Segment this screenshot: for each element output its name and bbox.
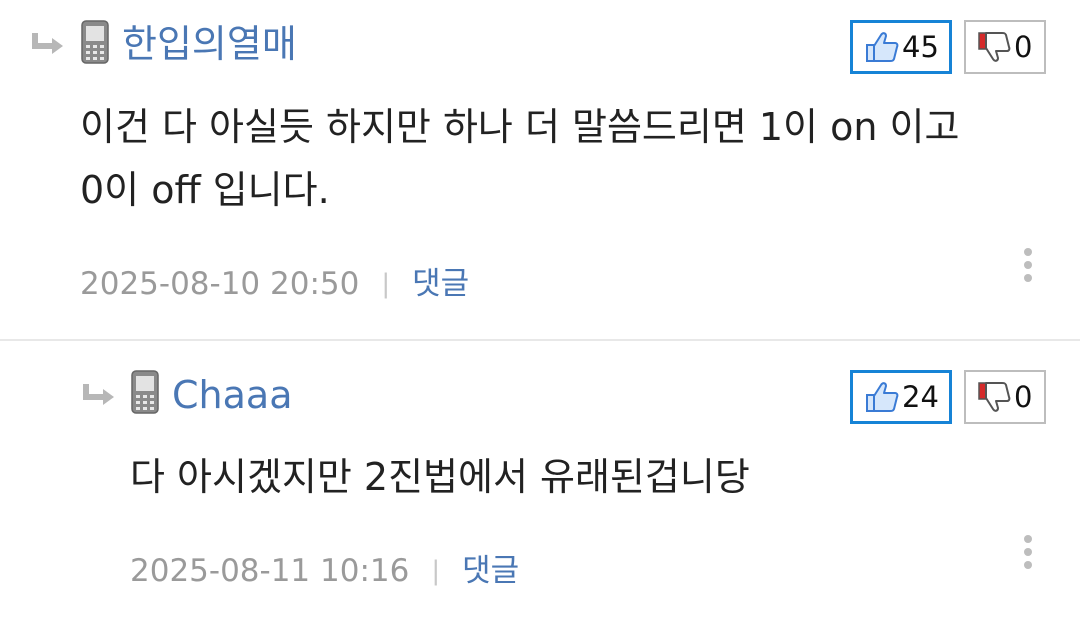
reply-arrow-icon <box>81 381 121 411</box>
timestamp: 2025-08-11 10:16 <box>130 553 410 589</box>
comment-username[interactable]: 한입의열매 <box>122 25 297 63</box>
thumbs-down-icon <box>976 31 1012 63</box>
thumbs-up-icon <box>864 31 900 63</box>
dislike-count: 0 <box>1014 29 1033 64</box>
like-button[interactable]: 24 <box>850 370 952 424</box>
comment-meta: 2025-08-10 20:50 | 댓글 <box>80 269 469 300</box>
reply-link[interactable]: 댓글 <box>462 553 519 589</box>
more-options-icon[interactable] <box>1022 248 1034 288</box>
mobile-phone-icon <box>81 20 109 64</box>
dislike-button[interactable]: 0 <box>964 20 1046 74</box>
comment-text: 이건 다 아실듯 하지만 하나 더 말씀드리면 1이 on 이고 0이 off … <box>80 96 959 222</box>
comment-meta: 2025-08-11 10:16 | 댓글 <box>130 556 519 587</box>
more-options-icon[interactable] <box>1022 535 1034 575</box>
comment-text-line: 다 아시겠지만 2진법에서 유래된겁니당 <box>130 455 750 499</box>
mobile-phone-icon <box>131 370 159 414</box>
comment-text-line: 이건 다 아실듯 하지만 하나 더 말씀드리면 1이 on 이고 <box>80 105 960 149</box>
timestamp: 2025-08-10 20:50 <box>80 266 360 302</box>
meta-separator: | <box>381 269 391 299</box>
comment-1: 한입의열매 45 0 이건 다 아실듯 하지만 하나 더 말씀드리면 1이 on… <box>0 0 1080 340</box>
comment-2: Chaaa 24 0 다 아시겠지만 2진법에서 유래된겁니당 2025-08-… <box>0 341 1080 626</box>
like-button[interactable]: 45 <box>850 20 952 74</box>
dislike-count: 0 <box>1014 379 1033 414</box>
thumbs-down-icon <box>976 381 1012 413</box>
comment-username[interactable]: Chaaa <box>172 376 292 414</box>
meta-separator: | <box>431 556 441 586</box>
like-count: 24 <box>902 379 939 414</box>
dislike-button[interactable]: 0 <box>964 370 1046 424</box>
comment-text-line: 0이 off 입니다. <box>80 168 330 212</box>
comment-text: 다 아시겠지만 2진법에서 유래된겁니당 <box>130 446 750 509</box>
reply-link[interactable]: 댓글 <box>412 266 469 302</box>
like-count: 45 <box>902 29 939 64</box>
thumbs-up-icon <box>864 381 900 413</box>
reply-arrow-icon <box>30 30 70 60</box>
